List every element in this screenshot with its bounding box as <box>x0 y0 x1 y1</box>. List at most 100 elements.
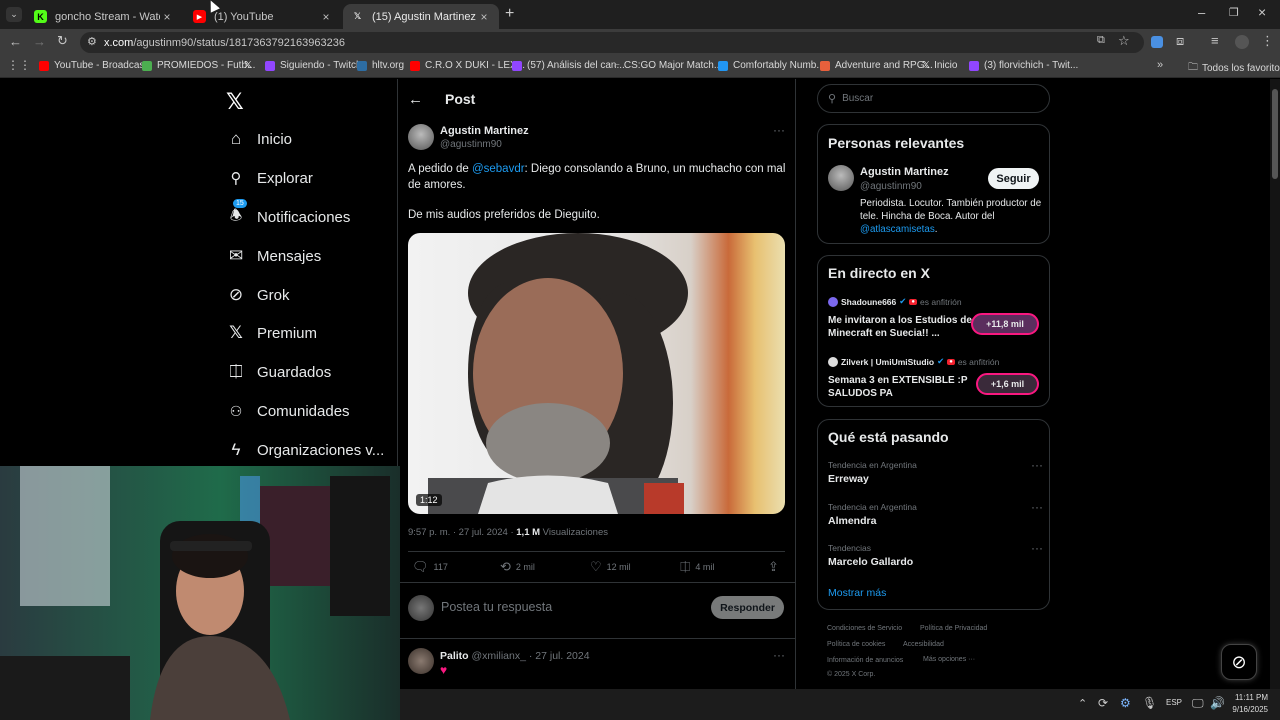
sidebar-item-inicio[interactable]: ⌂ Inicio <box>226 129 292 149</box>
trend-more-icon[interactable]: ··· <box>1031 458 1043 472</box>
repost-action[interactable]: ⟲ 2 mil <box>500 559 535 575</box>
bookmark-twitch[interactable]: Siguiendo - Twitch <box>265 60 362 71</box>
forward-icon[interactable]: → <box>33 34 46 49</box>
profile-avatar[interactable] <box>1235 35 1249 49</box>
close-tab-icon[interactable]: × <box>319 10 333 24</box>
live-listeners-count[interactable]: +11,8 mil <box>971 313 1039 335</box>
bio-link[interactable]: @atlascamisetas <box>860 224 935 235</box>
page-scrollbar[interactable] <box>1270 79 1280 689</box>
sidebar-item-grok[interactable]: ⊘ Grok <box>226 285 290 305</box>
post-more-icon[interactable]: ··· <box>773 123 785 137</box>
apps-grid-icon[interactable]: ⋮⋮ <box>7 58 31 72</box>
sidebar-item-organizaciones[interactable]: ϟ Organizaciones v... <box>226 440 385 460</box>
follow-button[interactable]: Seguir <box>988 168 1039 189</box>
trend-more-icon[interactable]: ··· <box>1031 500 1043 514</box>
volume-icon[interactable]: 🔊 <box>1210 696 1225 710</box>
reload-icon[interactable]: ↻ <box>57 33 68 49</box>
clock-date[interactable]: 9/16/2025 <box>1230 705 1268 714</box>
back-icon[interactable]: ← <box>9 34 22 49</box>
all-bookmarks-folder[interactable]: 🗀 Todos los favoritos <box>1188 60 1280 77</box>
sidebar-item-mensajes[interactable]: ✉ Mensajes <box>226 246 321 266</box>
bookmark-florvichich[interactable]: (3) florvichich - Twit... <box>969 60 1078 71</box>
close-tab-icon[interactable]: × <box>477 10 491 24</box>
language-indicator[interactable]: ESP <box>1166 698 1182 707</box>
reply-button[interactable]: Responder <box>711 596 784 619</box>
footer-link-privacy[interactable]: Política de Privacidad <box>920 625 987 632</box>
relevant-avatar[interactable] <box>828 165 854 191</box>
author-avatar[interactable] <box>408 124 434 150</box>
extension-icon[interactable] <box>1151 36 1163 48</box>
sidebar-item-notificaciones[interactable]: 🕭 15 Notificaciones <box>226 199 350 227</box>
install-app-icon[interactable]: ⧉ <box>1097 34 1105 47</box>
reply-more-icon[interactable]: ··· <box>773 648 785 662</box>
trend-item[interactable]: Tendencia en Argentina Almendra ··· <box>828 500 1043 527</box>
author-name[interactable]: Agustin Martinez <box>440 125 529 137</box>
bookmark-star-icon[interactable]: ☆ <box>1118 33 1130 49</box>
grok-floating-button[interactable]: ⊘ <box>1221 644 1257 680</box>
more-bookmarks-icon[interactable]: » <box>1157 59 1163 71</box>
mention-link[interactable]: @sebavdr <box>472 163 525 175</box>
footer-link-cookies[interactable]: Política de cookies <box>827 641 885 648</box>
bookmark-cro-duki[interactable]: C.R.O X DUKI - LEX... <box>410 60 525 71</box>
extensions-puzzle-icon[interactable]: ⧈ <box>1176 33 1184 49</box>
footer-link-ads-info[interactable]: Información de anuncios <box>827 657 903 664</box>
bookmark-csgo[interactable]: ⌐ CS:GO Major Match... <box>614 60 722 71</box>
bookmark-promiedos[interactable]: PROMIEDOS - Futb... <box>142 60 255 71</box>
microphone-icon[interactable]: 🎙 <box>1142 696 1157 710</box>
new-tab-button[interactable]: + <box>505 5 514 23</box>
sidebar-item-guardados[interactable]: ⎅ Guardados <box>226 362 331 382</box>
trend-item[interactable]: Tendencia en Argentina Erreway ··· <box>828 458 1043 485</box>
x-logo-icon[interactable]: 𝕏 <box>226 89 244 115</box>
close-tab-icon[interactable]: × <box>160 10 174 24</box>
minimize-icon[interactable]: – <box>1198 5 1205 20</box>
footer-link-terms[interactable]: Condiciones de Servicio <box>827 625 902 632</box>
relevant-handle[interactable]: @agustinm90 <box>860 181 922 192</box>
author-handle[interactable]: @agustinm90 <box>440 139 502 150</box>
live-item[interactable]: Zilverk | UmiUmiStudio ✔ ● es anfitrión … <box>828 356 1043 400</box>
menu-kebab-icon[interactable]: ⋮ <box>1261 33 1274 49</box>
restore-icon[interactable]: ❐ <box>1229 6 1239 19</box>
relevant-name[interactable]: Agustin Martinez <box>860 166 949 178</box>
footer-link-accessibility[interactable]: Accesibilidad <box>903 641 944 648</box>
bookmark-comfortably-numb[interactable]: Comfortably Numb... <box>718 60 825 71</box>
bookmark-x[interactable]: 𝕏 <box>244 60 252 71</box>
close-window-icon[interactable]: × <box>1258 4 1266 20</box>
reply-author-name[interactable]: Palito <box>440 650 469 662</box>
tab-search-chevron-icon[interactable]: ⌄ <box>6 7 22 22</box>
trend-more-icon[interactable]: ··· <box>1031 541 1043 555</box>
reply-input[interactable]: Postea tu respuesta <box>441 600 552 614</box>
post-video[interactable]: 1:12 <box>408 233 785 514</box>
bookmark-youtube[interactable]: YouTube - Broadcas... <box>39 60 153 71</box>
sidebar-item-comunidades[interactable]: ⚇ Comunidades <box>226 401 350 421</box>
sidebar-item-premium[interactable]: 𝕏 Premium <box>226 323 317 343</box>
network-icon[interactable]: 🖵 <box>1192 696 1204 711</box>
bookmark-action[interactable]: ⎅ 4 mil <box>680 559 714 575</box>
sidebar-item-explorar[interactable]: ⚲ Explorar <box>226 168 313 188</box>
tab-x-post[interactable]: 𝕏 (15) Agustin Martinez en X: "A p × <box>343 4 499 29</box>
reply-avatar[interactable] <box>408 648 434 674</box>
bookmark-inicio[interactable]: 𝕏 Inicio <box>922 60 957 71</box>
bookmark-hltv[interactable]: hltv.org <box>357 60 404 71</box>
tab-goncho-stream[interactable]: K goncho Stream - Watch Live on × <box>26 4 182 29</box>
search-box[interactable]: ⚲ Buscar <box>817 84 1050 113</box>
live-listeners-count[interactable]: +1,6 mil <box>976 373 1039 395</box>
trend-item[interactable]: Tendencias Marcelo Gallardo ··· <box>828 541 1043 568</box>
sync-icon[interactable]: ⟳ <box>1098 696 1108 710</box>
site-info-icon[interactable]: ⚙ <box>87 35 97 48</box>
media-control-icon[interactable]: ≡ <box>1211 33 1219 48</box>
share-action[interactable]: ⇪ <box>768 559 784 575</box>
bookmark-analisis[interactable]: (57) Análisis del can... <box>512 60 625 71</box>
like-action[interactable]: ♡ 12 mil <box>590 559 631 575</box>
show-hidden-icons-chevron[interactable]: ⌃ <box>1078 697 1087 710</box>
bookmark-adventure[interactable]: Adventure and RPG... <box>820 60 933 71</box>
search-input[interactable]: Buscar <box>842 93 873 104</box>
show-more-link[interactable]: Mostrar más <box>828 587 886 599</box>
scrollbar-thumb[interactable] <box>1272 89 1278 179</box>
steam-icon[interactable]: ⚙ <box>1120 696 1131 710</box>
live-item[interactable]: Shadoune666 ✔ ● es anfitrión Me invitaro… <box>828 296 1043 340</box>
back-arrow-icon[interactable]: ← <box>408 91 423 108</box>
footer-link-more-options[interactable]: Más opciones ··· <box>923 656 975 663</box>
url-bar[interactable]: ⚙ x.com/agustinm90/status/18173637921639… <box>80 32 1144 53</box>
clock-time[interactable]: 11:11 PM <box>1230 693 1268 702</box>
reply-action[interactable]: 🗨 117 <box>412 559 448 575</box>
